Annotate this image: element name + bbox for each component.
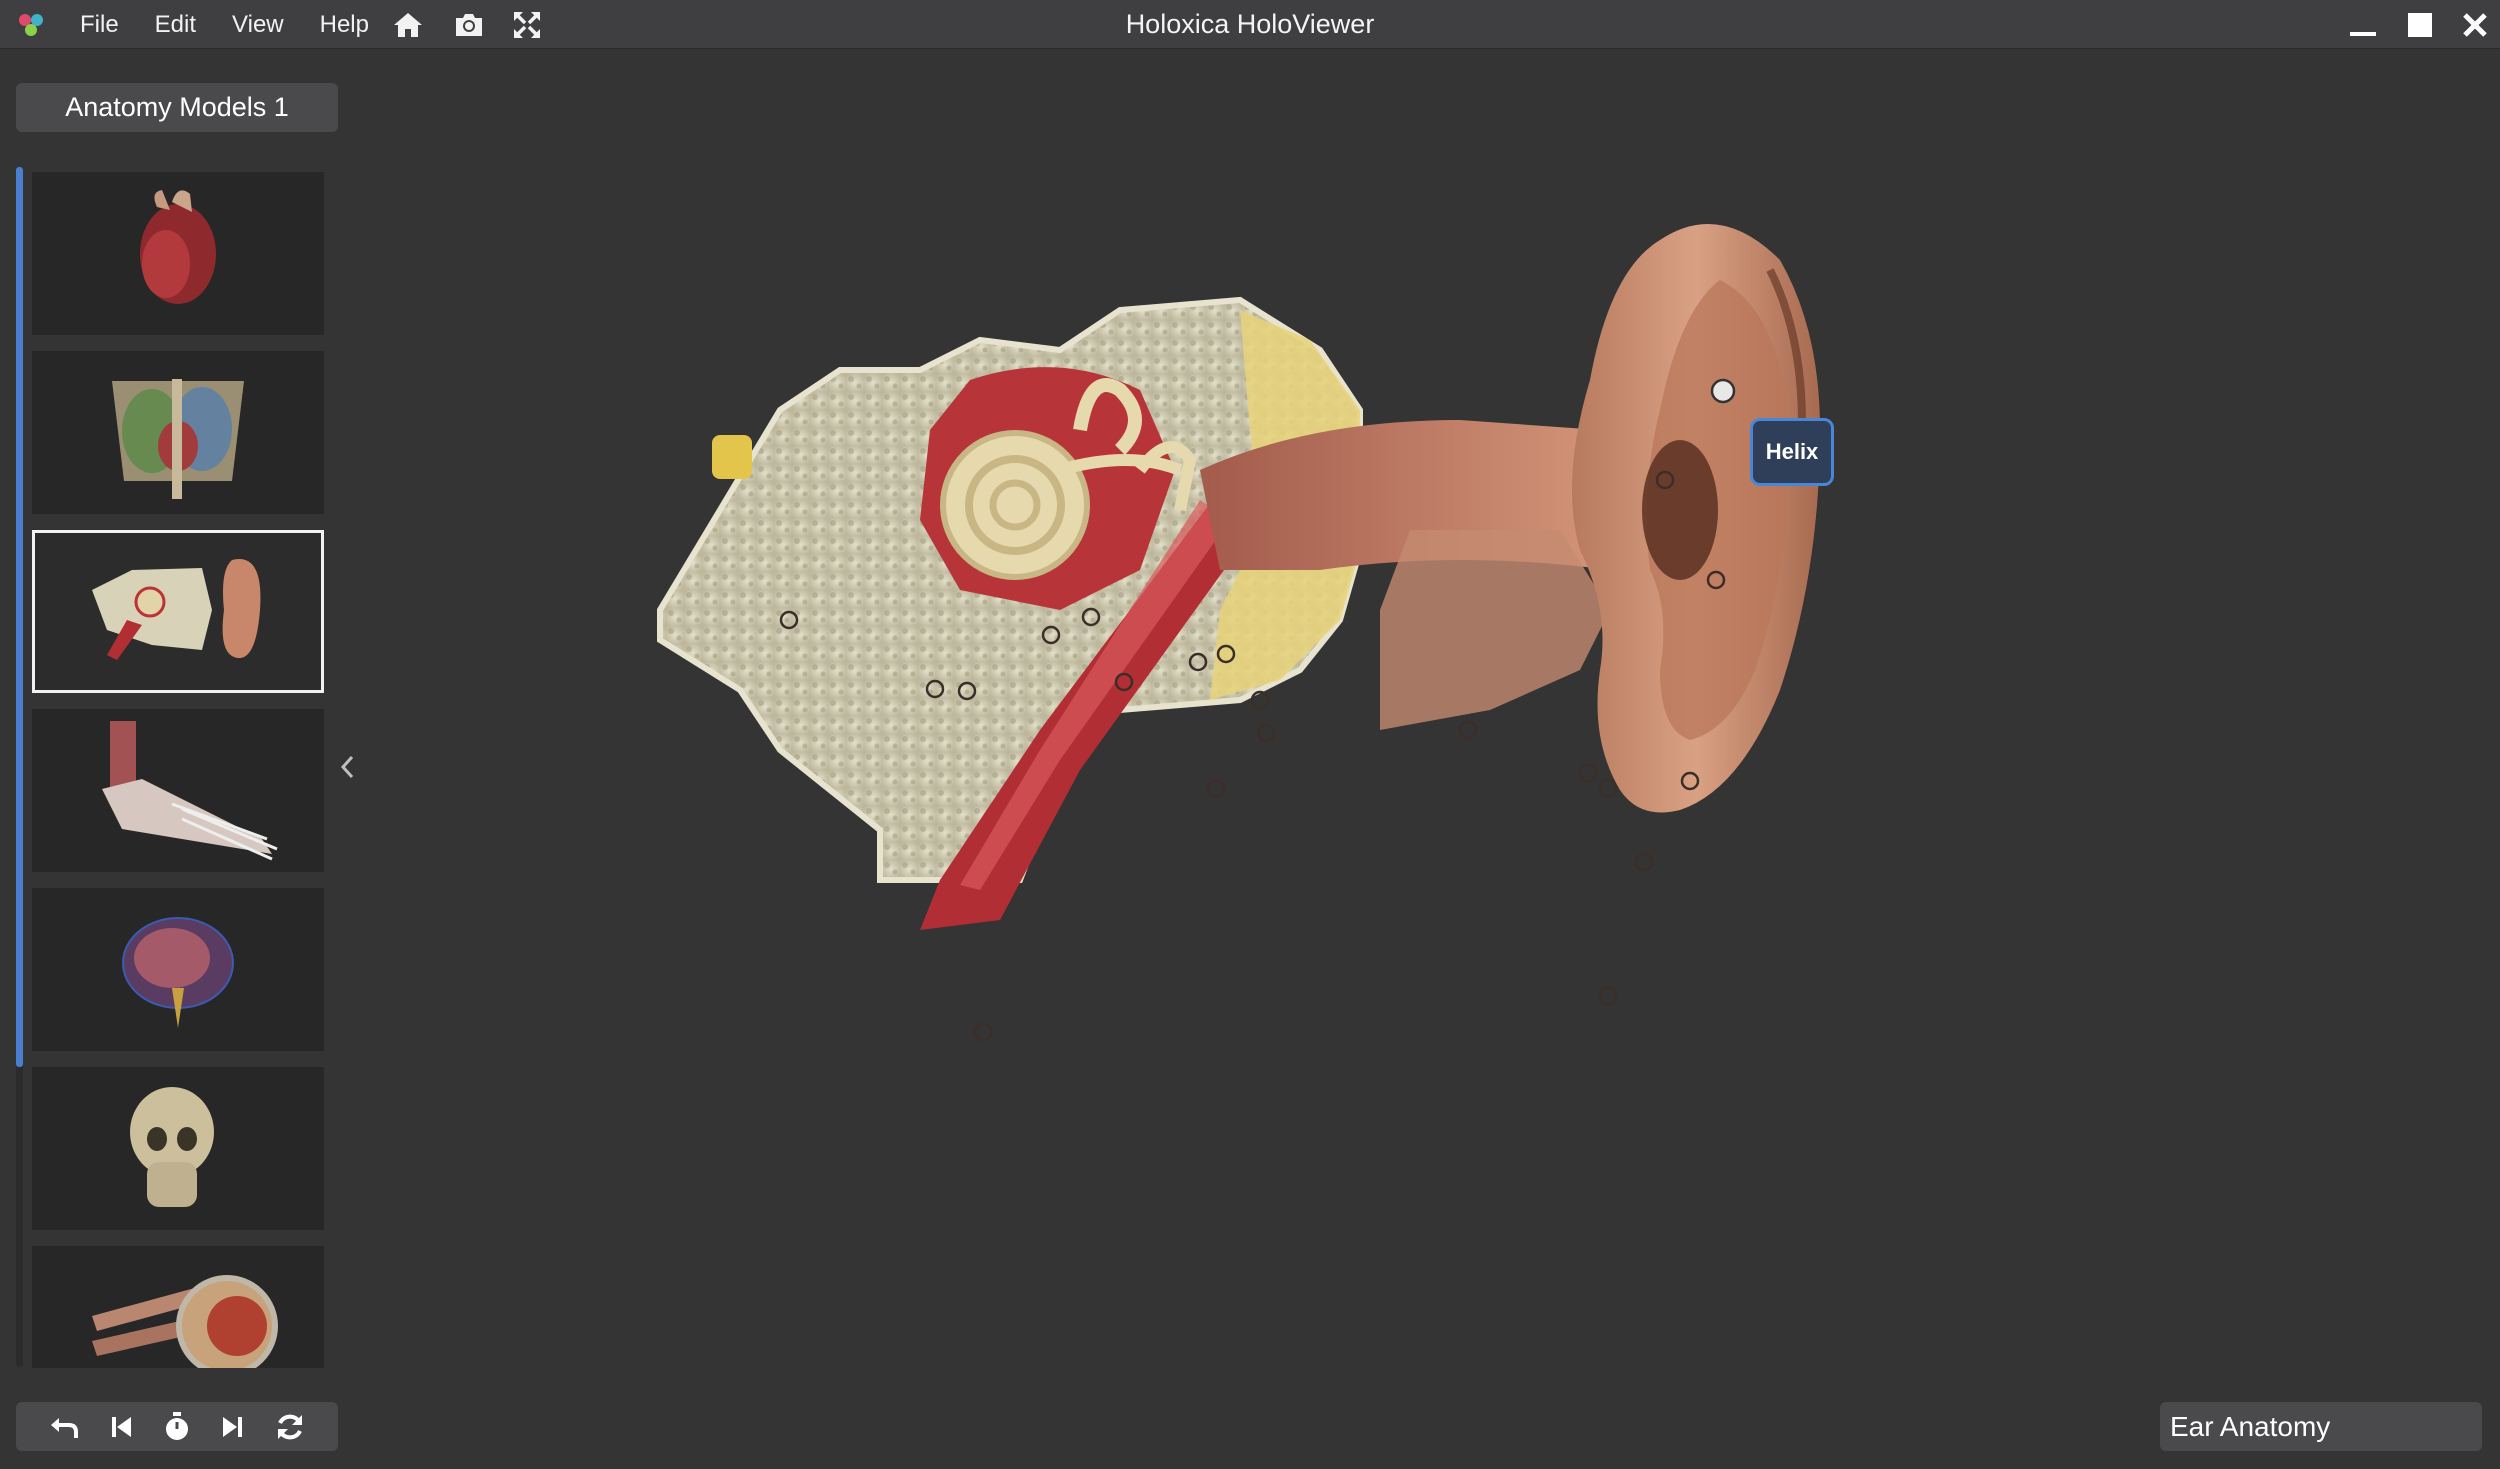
menu-edit[interactable]: Edit <box>137 0 214 49</box>
hotspot-marker[interactable] <box>1206 779 1226 799</box>
playback-toolbar <box>16 1402 338 1451</box>
timer-icon[interactable] <box>160 1410 194 1444</box>
hotspot-marker[interactable] <box>1458 720 1478 740</box>
thumbnail-heart[interactable] <box>32 172 324 335</box>
skip-previous-icon[interactable] <box>104 1410 138 1444</box>
minimize-icon[interactable] <box>2348 10 2378 40</box>
ear-anatomy-model-viewport[interactable] <box>360 50 2500 1390</box>
refresh-icon[interactable] <box>273 1410 307 1444</box>
undo-icon[interactable] <box>47 1410 81 1444</box>
hotspot-marker[interactable] <box>973 1022 993 1042</box>
hotspot-marker[interactable] <box>1578 763 1598 783</box>
menu-file[interactable]: File <box>62 0 137 49</box>
helix-hotspot-selected[interactable] <box>1710 378 1736 404</box>
thumbnail-thorax[interactable] <box>32 351 324 514</box>
chevron-left-icon[interactable] <box>336 752 358 782</box>
close-icon[interactable] <box>2460 10 2490 40</box>
hotspot-marker[interactable] <box>1250 690 1270 710</box>
home-icon[interactable] <box>392 9 424 41</box>
helix-label[interactable]: Helix <box>1750 418 1834 486</box>
menu-bar: File Edit View Help <box>62 0 387 49</box>
menu-view[interactable]: View <box>214 0 302 49</box>
holoxica-logo-icon <box>19 14 43 36</box>
camera-icon[interactable] <box>453 9 485 41</box>
thumbnail-foot[interactable] <box>32 709 324 872</box>
model-thumbnail-list <box>32 172 324 1368</box>
hotspot-marker[interactable] <box>1598 986 1618 1006</box>
menu-help[interactable]: Help <box>302 0 387 49</box>
thumbnail-brain[interactable] <box>32 888 324 1051</box>
model-name-field[interactable]: Ear Anatomy <box>2160 1402 2482 1451</box>
hotspot-marker[interactable] <box>1598 778 1618 798</box>
skip-next-icon[interactable] <box>216 1410 250 1444</box>
collection-title[interactable]: Anatomy Models 1 <box>16 83 338 132</box>
hotspot-marker[interactable] <box>1634 852 1654 872</box>
thumbnail-ear[interactable] <box>32 530 324 693</box>
thumbnail-skull[interactable] <box>32 1067 324 1230</box>
title-bar: File Edit View Help Holoxica HoloViewer <box>0 0 2500 49</box>
hotspot-marker[interactable] <box>1256 723 1276 743</box>
fullscreen-icon[interactable] <box>511 9 543 41</box>
thumbnail-eye[interactable] <box>32 1246 324 1368</box>
maximize-icon[interactable] <box>2405 10 2435 40</box>
scrollbar-thumb[interactable] <box>16 167 23 1067</box>
